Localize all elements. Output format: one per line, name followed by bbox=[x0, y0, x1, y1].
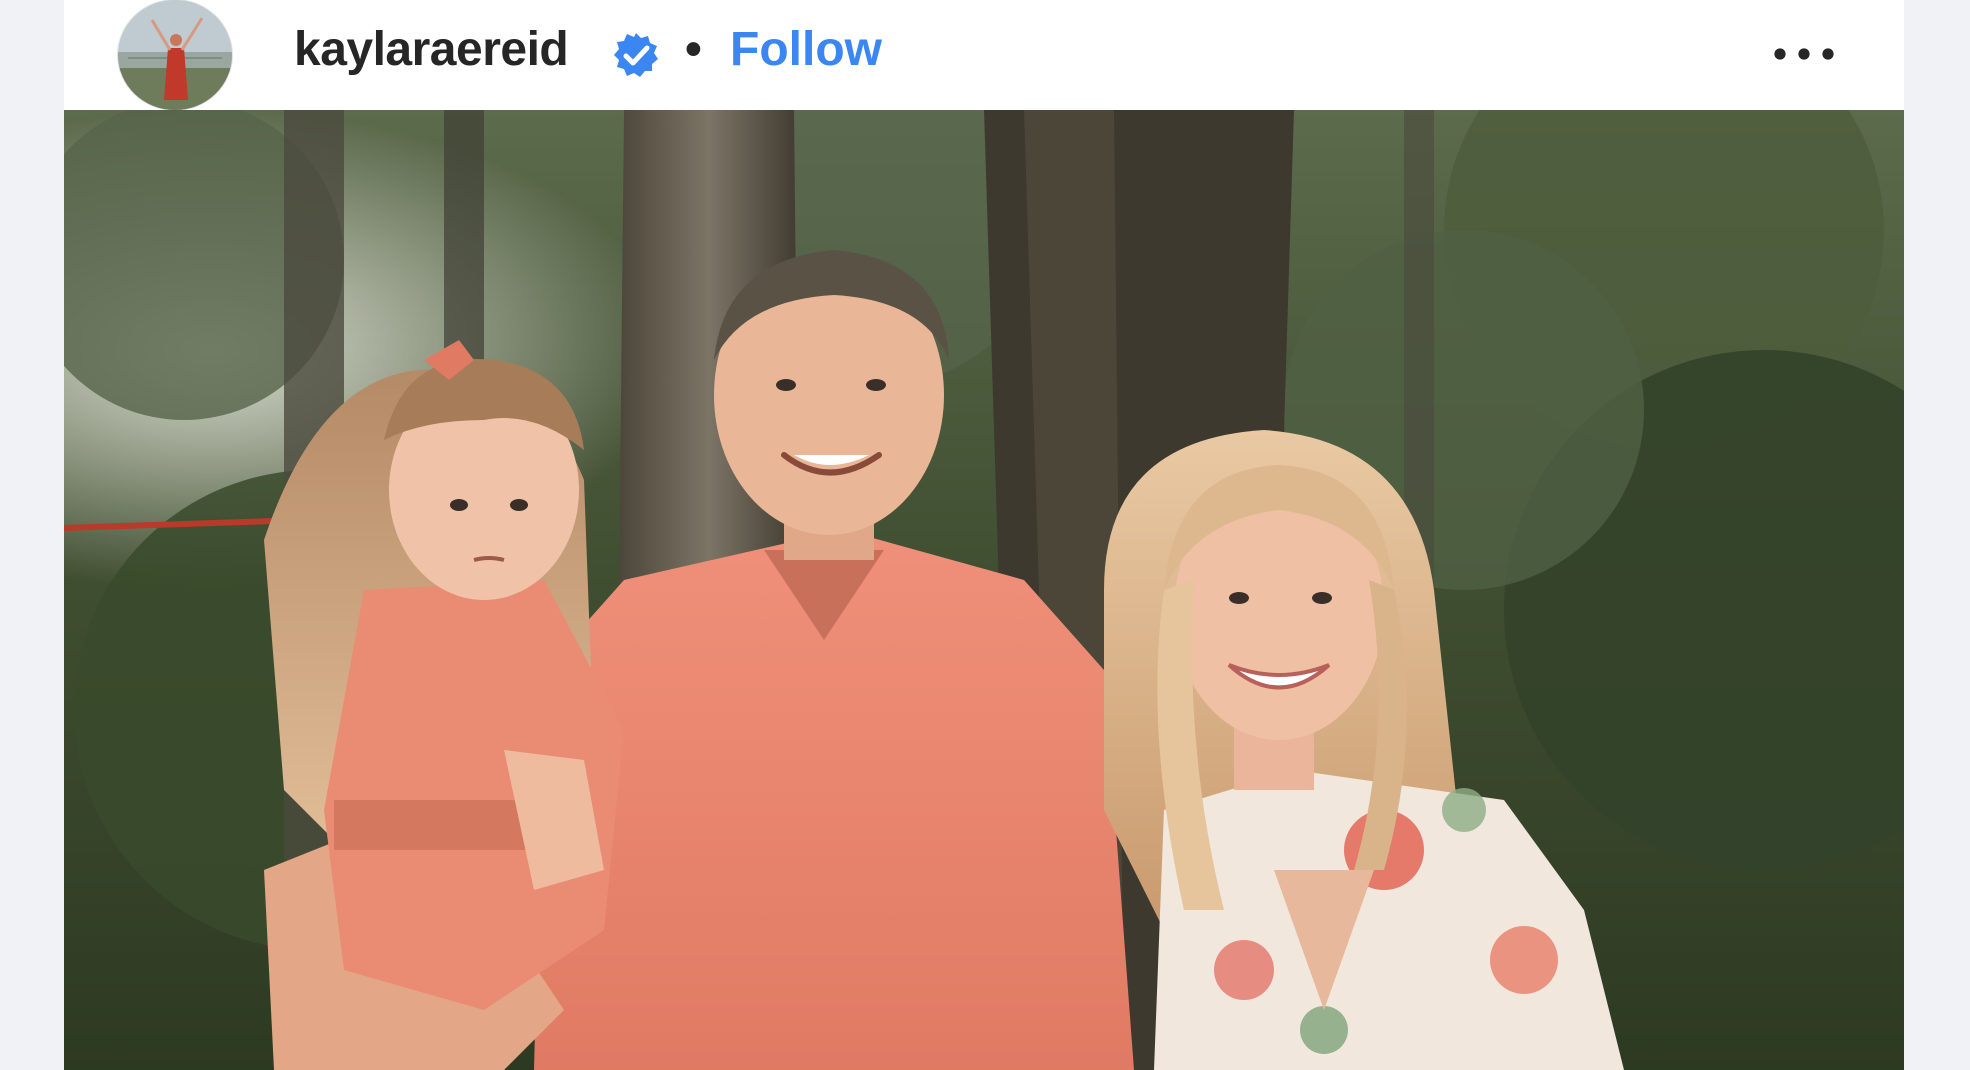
username[interactable]: kaylaraereid bbox=[294, 22, 569, 77]
avatar-image bbox=[118, 0, 232, 110]
follow-button[interactable]: Follow bbox=[730, 22, 882, 77]
more-options-icon[interactable] bbox=[1764, 26, 1844, 82]
verified-badge-icon bbox=[612, 31, 660, 79]
page: kaylaraereid • Follow bbox=[0, 0, 1970, 1070]
header-separator: • bbox=[685, 23, 702, 76]
profile-avatar[interactable] bbox=[118, 0, 232, 110]
instagram-post: kaylaraereid • Follow bbox=[64, 0, 1904, 1070]
post-header: kaylaraereid • Follow bbox=[64, 0, 1904, 110]
post-photo[interactable] bbox=[64, 110, 1904, 1070]
family-photo-image bbox=[64, 110, 1904, 1070]
